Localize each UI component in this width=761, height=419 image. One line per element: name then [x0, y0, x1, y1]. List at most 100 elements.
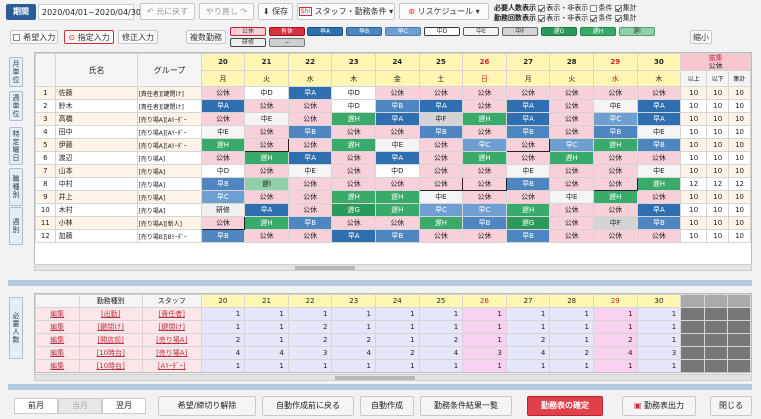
- shift-cell[interactable]: 公休: [549, 229, 594, 243]
- staff-condition-button[interactable]: Shi スタッフ・勤務条件 ▾: [297, 3, 395, 20]
- legend-6[interactable]: 中E: [463, 27, 499, 36]
- reschedule-button[interactable]: ⊛ リスケジュール ▾: [399, 3, 489, 20]
- shift-cell[interactable]: 公休: [505, 86, 551, 100]
- req-value[interactable]: 1: [549, 320, 594, 334]
- req-value[interactable]: 1: [462, 307, 507, 321]
- shift-cell[interactable]: 公休: [418, 151, 464, 165]
- assign-input-button[interactable]: ⊙ 指定入力: [64, 30, 114, 44]
- shift-cell[interactable]: 早A: [505, 99, 551, 113]
- shift-cell[interactable]: 早A: [418, 99, 464, 113]
- shift-cell[interactable]: 公休: [418, 138, 464, 152]
- req-value[interactable]: 2: [200, 333, 246, 347]
- shift-cell[interactable]: 遅H: [331, 112, 377, 126]
- shift-cell[interactable]: 公休: [505, 190, 551, 204]
- shift-cell[interactable]: 中E: [375, 138, 420, 152]
- shift-cell[interactable]: 遅H: [592, 138, 638, 152]
- shift-cell[interactable]: 公休: [462, 125, 507, 139]
- shift-cell[interactable]: 公休: [462, 99, 507, 113]
- shift-cell[interactable]: 遅G: [331, 203, 377, 217]
- shift-cell[interactable]: 公休: [592, 86, 638, 100]
- req-total-checkbox[interactable]: [614, 4, 622, 12]
- req-value[interactable]: 1: [505, 307, 551, 321]
- shift-cell[interactable]: 早B: [636, 216, 682, 230]
- shift-cell[interactable]: 公休: [549, 125, 594, 139]
- req-value[interactable]: 2: [418, 333, 464, 347]
- shift-cell[interactable]: 公休: [592, 164, 638, 178]
- shift-cell[interactable]: 中E: [287, 164, 333, 178]
- shift-cell[interactable]: 公休: [287, 177, 333, 191]
- shift-cell[interactable]: 遅I: [244, 177, 289, 191]
- shift-cell[interactable]: 中E: [549, 190, 594, 204]
- req-value[interactable]: 1: [375, 307, 420, 321]
- shift-cell[interactable]: 公休: [375, 177, 420, 191]
- shift-cell[interactable]: 公休: [549, 177, 594, 191]
- shift-cell[interactable]: 公休: [287, 190, 333, 204]
- shift-cell[interactable]: 早B: [462, 216, 507, 230]
- shift-cell[interactable]: 公休: [244, 138, 289, 152]
- tab-view-3[interactable]: 職種別: [9, 168, 23, 206]
- req-value[interactable]: 1: [636, 307, 682, 321]
- shift-cell[interactable]: 公休: [462, 177, 507, 191]
- req-value[interactable]: 1: [287, 307, 333, 321]
- req-value[interactable]: 1: [375, 320, 420, 334]
- shift-cell[interactable]: 早A: [287, 86, 333, 100]
- req-value[interactable]: 1: [462, 320, 507, 334]
- shift-cell[interactable]: 公休: [549, 99, 594, 113]
- staff-name[interactable]: 木村: [54, 203, 139, 217]
- req-value[interactable]: 4: [244, 346, 289, 360]
- shift-cell[interactable]: 早A: [375, 151, 420, 165]
- shift-cell[interactable]: 早A: [244, 203, 289, 217]
- shift-cell[interactable]: 公休: [636, 190, 682, 204]
- shift-cell[interactable]: 公休: [200, 216, 246, 230]
- shift-cell[interactable]: 公休: [244, 190, 289, 204]
- shift-cell[interactable]: 公休: [287, 203, 333, 217]
- req-value[interactable]: 1: [331, 307, 377, 321]
- period-value[interactable]: 2020/04/01~2020/04/30: [38, 4, 141, 20]
- grid-scrollbar[interactable]: [34, 264, 752, 271]
- req-value[interactable]: 4: [592, 346, 638, 360]
- legend-1[interactable]: 有休: [269, 27, 305, 36]
- shift-cell[interactable]: 公休: [462, 164, 507, 178]
- req-value[interactable]: 1: [636, 333, 682, 347]
- shift-cell[interactable]: 早C: [200, 190, 246, 204]
- bottom-splitter[interactable]: [8, 384, 752, 390]
- request-input-button[interactable]: 希望入力: [10, 30, 58, 44]
- req-value[interactable]: 1: [200, 359, 246, 372]
- req-value[interactable]: 1: [462, 359, 507, 372]
- shift-cell[interactable]: 公休: [200, 151, 246, 165]
- shift-cell[interactable]: 早A: [505, 112, 551, 126]
- req-value[interactable]: 1: [418, 320, 464, 334]
- legend-5[interactable]: 中D: [424, 27, 460, 36]
- shift-cell[interactable]: 公休: [287, 229, 333, 243]
- shift-cell[interactable]: 公休: [287, 99, 333, 113]
- req-value[interactable]: 1: [462, 333, 507, 347]
- shift-cell[interactable]: 早A: [636, 112, 682, 126]
- shift-cell[interactable]: 早A: [636, 99, 682, 113]
- shift-cell[interactable]: 公休: [462, 190, 507, 204]
- shift-cell[interactable]: 公休: [375, 125, 420, 139]
- shift-cell[interactable]: 公休: [636, 229, 682, 243]
- fix-input-button[interactable]: 修正入力: [118, 30, 158, 44]
- shift-cell[interactable]: 早A: [200, 99, 246, 113]
- staff-name[interactable]: 伊藤: [54, 138, 139, 152]
- shift-cell[interactable]: 公休: [549, 112, 594, 126]
- splitter-bar[interactable]: [8, 280, 752, 286]
- shift-cell[interactable]: 早C: [549, 138, 594, 152]
- next-month-tab[interactable]: 翌月: [102, 398, 146, 414]
- confirm-schedule-button[interactable]: 勤務表の確定: [527, 396, 603, 416]
- redo-button[interactable]: やり直し ↷: [199, 3, 254, 20]
- shift-cell[interactable]: 公休: [549, 216, 594, 230]
- staff-name[interactable]: 佐藤: [54, 86, 139, 100]
- revert-auto-button[interactable]: 自動作成前に戻る: [262, 396, 354, 416]
- shift-cell[interactable]: 中E: [418, 190, 464, 204]
- shift-cell[interactable]: 早B: [505, 125, 551, 139]
- req-value[interactable]: 1: [505, 359, 551, 372]
- shift-cell[interactable]: 公休: [331, 164, 377, 178]
- work-total-checkbox[interactable]: [614, 14, 622, 22]
- req-value[interactable]: 1: [200, 307, 246, 321]
- shift-cell[interactable]: 遅H: [462, 151, 507, 165]
- tab-required-count[interactable]: 必要人数: [9, 297, 23, 359]
- req-value[interactable]: 3: [636, 346, 682, 360]
- shift-cell[interactable]: 早C: [462, 203, 507, 217]
- req-value[interactable]: 3: [462, 346, 507, 360]
